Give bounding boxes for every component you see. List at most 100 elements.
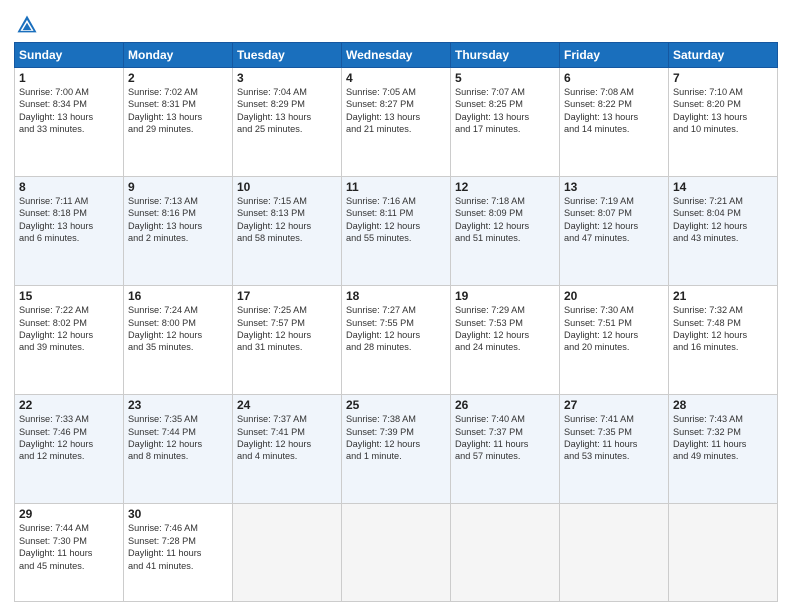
cell-info: Sunrise: 7:35 AM Sunset: 7:44 PM Dayligh… xyxy=(128,413,228,463)
cell-info: Sunrise: 7:25 AM Sunset: 7:57 PM Dayligh… xyxy=(237,304,337,354)
calendar-cell: 20Sunrise: 7:30 AM Sunset: 7:51 PM Dayli… xyxy=(560,286,669,395)
cell-info: Sunrise: 7:18 AM Sunset: 8:09 PM Dayligh… xyxy=(455,195,555,245)
day-number: 30 xyxy=(128,507,228,521)
day-number: 7 xyxy=(673,71,773,85)
page: SundayMondayTuesdayWednesdayThursdayFrid… xyxy=(0,0,792,612)
cell-info: Sunrise: 7:19 AM Sunset: 8:07 PM Dayligh… xyxy=(564,195,664,245)
calendar-cell: 13Sunrise: 7:19 AM Sunset: 8:07 PM Dayli… xyxy=(560,177,669,286)
calendar-cell xyxy=(342,504,451,602)
day-number: 18 xyxy=(346,289,446,303)
header-day-tuesday: Tuesday xyxy=(233,43,342,68)
cell-info: Sunrise: 7:11 AM Sunset: 8:18 PM Dayligh… xyxy=(19,195,119,245)
calendar-cell: 24Sunrise: 7:37 AM Sunset: 7:41 PM Dayli… xyxy=(233,395,342,504)
week-row-1: 1Sunrise: 7:00 AM Sunset: 8:34 PM Daylig… xyxy=(15,68,778,177)
week-row-4: 22Sunrise: 7:33 AM Sunset: 7:46 PM Dayli… xyxy=(15,395,778,504)
day-number: 14 xyxy=(673,180,773,194)
calendar-cell: 9Sunrise: 7:13 AM Sunset: 8:16 PM Daylig… xyxy=(124,177,233,286)
day-number: 9 xyxy=(128,180,228,194)
calendar-cell: 8Sunrise: 7:11 AM Sunset: 8:18 PM Daylig… xyxy=(15,177,124,286)
calendar-cell: 25Sunrise: 7:38 AM Sunset: 7:39 PM Dayli… xyxy=(342,395,451,504)
cell-info: Sunrise: 7:05 AM Sunset: 8:27 PM Dayligh… xyxy=(346,86,446,136)
day-number: 22 xyxy=(19,398,119,412)
day-number: 17 xyxy=(237,289,337,303)
day-number: 24 xyxy=(237,398,337,412)
cell-info: Sunrise: 7:21 AM Sunset: 8:04 PM Dayligh… xyxy=(673,195,773,245)
day-number: 23 xyxy=(128,398,228,412)
header xyxy=(14,10,778,36)
logo xyxy=(14,14,38,36)
cell-info: Sunrise: 7:37 AM Sunset: 7:41 PM Dayligh… xyxy=(237,413,337,463)
day-number: 8 xyxy=(19,180,119,194)
header-row: SundayMondayTuesdayWednesdayThursdayFrid… xyxy=(15,43,778,68)
calendar-cell: 12Sunrise: 7:18 AM Sunset: 8:09 PM Dayli… xyxy=(451,177,560,286)
cell-info: Sunrise: 7:30 AM Sunset: 7:51 PM Dayligh… xyxy=(564,304,664,354)
cell-info: Sunrise: 7:15 AM Sunset: 8:13 PM Dayligh… xyxy=(237,195,337,245)
cell-info: Sunrise: 7:41 AM Sunset: 7:35 PM Dayligh… xyxy=(564,413,664,463)
day-number: 19 xyxy=(455,289,555,303)
cell-info: Sunrise: 7:40 AM Sunset: 7:37 PM Dayligh… xyxy=(455,413,555,463)
cell-info: Sunrise: 7:27 AM Sunset: 7:55 PM Dayligh… xyxy=(346,304,446,354)
week-row-3: 15Sunrise: 7:22 AM Sunset: 8:02 PM Dayli… xyxy=(15,286,778,395)
day-number: 13 xyxy=(564,180,664,194)
calendar-cell: 19Sunrise: 7:29 AM Sunset: 7:53 PM Dayli… xyxy=(451,286,560,395)
header-day-monday: Monday xyxy=(124,43,233,68)
calendar-cell: 7Sunrise: 7:10 AM Sunset: 8:20 PM Daylig… xyxy=(669,68,778,177)
day-number: 25 xyxy=(346,398,446,412)
calendar-cell: 3Sunrise: 7:04 AM Sunset: 8:29 PM Daylig… xyxy=(233,68,342,177)
day-number: 10 xyxy=(237,180,337,194)
header-day-wednesday: Wednesday xyxy=(342,43,451,68)
cell-info: Sunrise: 7:07 AM Sunset: 8:25 PM Dayligh… xyxy=(455,86,555,136)
calendar-cell: 22Sunrise: 7:33 AM Sunset: 7:46 PM Dayli… xyxy=(15,395,124,504)
calendar-table: SundayMondayTuesdayWednesdayThursdayFrid… xyxy=(14,42,778,602)
calendar-cell: 29Sunrise: 7:44 AM Sunset: 7:30 PM Dayli… xyxy=(15,504,124,602)
calendar-cell: 10Sunrise: 7:15 AM Sunset: 8:13 PM Dayli… xyxy=(233,177,342,286)
day-number: 20 xyxy=(564,289,664,303)
day-number: 6 xyxy=(564,71,664,85)
calendar-cell: 2Sunrise: 7:02 AM Sunset: 8:31 PM Daylig… xyxy=(124,68,233,177)
calendar-cell: 14Sunrise: 7:21 AM Sunset: 8:04 PM Dayli… xyxy=(669,177,778,286)
header-day-saturday: Saturday xyxy=(669,43,778,68)
calendar-cell: 15Sunrise: 7:22 AM Sunset: 8:02 PM Dayli… xyxy=(15,286,124,395)
day-number: 29 xyxy=(19,507,119,521)
day-number: 2 xyxy=(128,71,228,85)
calendar-cell: 26Sunrise: 7:40 AM Sunset: 7:37 PM Dayli… xyxy=(451,395,560,504)
cell-info: Sunrise: 7:04 AM Sunset: 8:29 PM Dayligh… xyxy=(237,86,337,136)
day-number: 21 xyxy=(673,289,773,303)
cell-info: Sunrise: 7:00 AM Sunset: 8:34 PM Dayligh… xyxy=(19,86,119,136)
day-number: 4 xyxy=(346,71,446,85)
cell-info: Sunrise: 7:22 AM Sunset: 8:02 PM Dayligh… xyxy=(19,304,119,354)
calendar-cell: 28Sunrise: 7:43 AM Sunset: 7:32 PM Dayli… xyxy=(669,395,778,504)
calendar-cell xyxy=(560,504,669,602)
day-number: 27 xyxy=(564,398,664,412)
calendar-cell: 17Sunrise: 7:25 AM Sunset: 7:57 PM Dayli… xyxy=(233,286,342,395)
calendar-cell: 23Sunrise: 7:35 AM Sunset: 7:44 PM Dayli… xyxy=(124,395,233,504)
calendar-cell: 1Sunrise: 7:00 AM Sunset: 8:34 PM Daylig… xyxy=(15,68,124,177)
cell-info: Sunrise: 7:24 AM Sunset: 8:00 PM Dayligh… xyxy=(128,304,228,354)
calendar-cell: 11Sunrise: 7:16 AM Sunset: 8:11 PM Dayli… xyxy=(342,177,451,286)
header-day-sunday: Sunday xyxy=(15,43,124,68)
week-row-2: 8Sunrise: 7:11 AM Sunset: 8:18 PM Daylig… xyxy=(15,177,778,286)
calendar-cell xyxy=(233,504,342,602)
calendar-cell: 30Sunrise: 7:46 AM Sunset: 7:28 PM Dayli… xyxy=(124,504,233,602)
cell-info: Sunrise: 7:10 AM Sunset: 8:20 PM Dayligh… xyxy=(673,86,773,136)
day-number: 12 xyxy=(455,180,555,194)
cell-info: Sunrise: 7:43 AM Sunset: 7:32 PM Dayligh… xyxy=(673,413,773,463)
day-number: 3 xyxy=(237,71,337,85)
calendar-cell: 16Sunrise: 7:24 AM Sunset: 8:00 PM Dayli… xyxy=(124,286,233,395)
calendar-cell: 5Sunrise: 7:07 AM Sunset: 8:25 PM Daylig… xyxy=(451,68,560,177)
day-number: 28 xyxy=(673,398,773,412)
calendar-cell xyxy=(451,504,560,602)
cell-info: Sunrise: 7:32 AM Sunset: 7:48 PM Dayligh… xyxy=(673,304,773,354)
day-number: 11 xyxy=(346,180,446,194)
header-day-thursday: Thursday xyxy=(451,43,560,68)
cell-info: Sunrise: 7:44 AM Sunset: 7:30 PM Dayligh… xyxy=(19,522,119,572)
calendar-cell: 21Sunrise: 7:32 AM Sunset: 7:48 PM Dayli… xyxy=(669,286,778,395)
day-number: 16 xyxy=(128,289,228,303)
cell-info: Sunrise: 7:08 AM Sunset: 8:22 PM Dayligh… xyxy=(564,86,664,136)
logo-icon xyxy=(16,14,38,36)
day-number: 1 xyxy=(19,71,119,85)
day-number: 5 xyxy=(455,71,555,85)
cell-info: Sunrise: 7:02 AM Sunset: 8:31 PM Dayligh… xyxy=(128,86,228,136)
cell-info: Sunrise: 7:38 AM Sunset: 7:39 PM Dayligh… xyxy=(346,413,446,463)
calendar-body: 1Sunrise: 7:00 AM Sunset: 8:34 PM Daylig… xyxy=(15,68,778,602)
